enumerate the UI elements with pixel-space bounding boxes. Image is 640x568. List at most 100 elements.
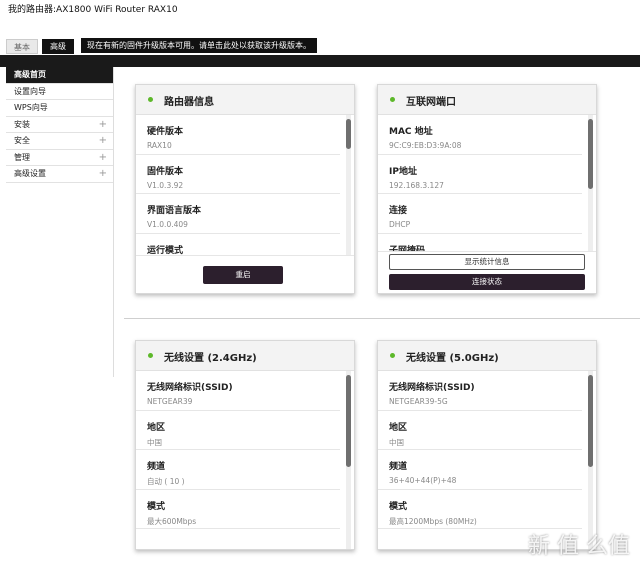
field-hardware-version: 硬件版本 RAX10 (136, 115, 340, 155)
card-body: 无线网络标识(SSID) NETGEAR39-5G 地区 中国 频道 36+40… (378, 371, 596, 549)
field-label: 模式 (147, 501, 166, 512)
field-ssid: 无线网络标识(SSID) NETGEAR39-5G (378, 371, 582, 411)
card-header: 互联网端口 (378, 85, 596, 115)
router-info-card[interactable]: 路由器信息 硬件版本 RAX10 固件版本 V1.0.3.92 界面语言版本 V… (135, 84, 355, 294)
card-header: 无线设置 (5.0GHz) (378, 341, 596, 371)
sidebar: 高级首页 设置向导 WPS向导 安装 + 安全 + 管理 + 高级设置 + (6, 67, 114, 377)
section-divider (124, 318, 640, 319)
sidebar-item-security[interactable]: 安全 + (6, 133, 113, 150)
tab-basic[interactable]: 基本 (6, 39, 38, 54)
field-value: V1.0.0.409 (147, 220, 188, 229)
sidebar-item-wps-wizard[interactable]: WPS向导 (6, 100, 113, 117)
status-dot-icon (390, 97, 395, 102)
top-bar (0, 55, 640, 67)
watermark-logo: 新 值 么值 (528, 534, 630, 559)
field-label: 模式 (389, 501, 408, 512)
field-region: 地区 中国 (378, 411, 582, 450)
card-header: 路由器信息 (136, 85, 354, 115)
router-title: 我的路由器:AX1800 WiFi Router RAX10 (8, 5, 178, 15)
card-footer: 重启 (136, 255, 354, 293)
field-label: 硬件版本 (147, 127, 184, 137)
card-body: 硬件版本 RAX10 固件版本 V1.0.3.92 界面语言版本 V1.0.0.… (136, 115, 354, 255)
card-body: MAC 地址 9C:C9:EB:D3:9A:08 IP地址 192.168.3.… (378, 115, 596, 251)
reboot-button[interactable]: 重启 (203, 266, 283, 284)
sidebar-item-label: WPS向导 (14, 103, 48, 112)
plus-icon[interactable]: + (99, 166, 107, 183)
scrollbar-thumb[interactable] (588, 375, 593, 467)
card-title: 互联网端口 (406, 97, 456, 108)
field-label: 频道 (147, 462, 166, 472)
field-ssid: 无线网络标识(SSID) NETGEAR39 (136, 371, 340, 411)
field-channel: 频道 36+40+44(P)+48 (378, 450, 582, 490)
sidebar-item-label: 高级首页 (14, 70, 46, 79)
field-subnet-mask: 子网掩码 (378, 234, 582, 252)
field-label: 地区 (389, 422, 408, 433)
sidebar-item-label: 设置向导 (14, 86, 46, 96)
field-value: 192.168.3.127 (389, 180, 444, 190)
field-value: RAX10 (147, 141, 172, 150)
field-label: 地区 (147, 422, 166, 433)
show-statistics-button[interactable]: 显示统计信息 (389, 254, 585, 270)
card-title: 无线设置 (5.0GHz) (406, 353, 499, 364)
sidebar-item-label: 安全 (14, 136, 30, 145)
field-label: MAC 地址 (389, 127, 433, 137)
field-label: 频道 (389, 462, 408, 472)
scrollbar-thumb[interactable] (588, 119, 593, 189)
field-value: V1.0.3.92 (147, 180, 184, 190)
field-label: 连接 (389, 206, 408, 216)
field-value: DHCP (389, 220, 411, 229)
connection-status-button[interactable]: 连接状态 (389, 274, 585, 290)
plus-icon[interactable]: + (99, 117, 107, 134)
card-footer: 显示统计信息 连接状态 (378, 251, 596, 293)
field-label: 运行模式 (147, 245, 184, 256)
field-channel: 频道 自动 ( 10 ) (136, 450, 340, 490)
tab-advanced[interactable]: 高级 (42, 39, 74, 54)
field-value: 中国 (147, 437, 162, 447)
scrollbar-thumb[interactable] (346, 119, 351, 149)
internet-port-card[interactable]: 互联网端口 MAC 地址 9C:C9:EB:D3:9A:08 IP地址 192.… (377, 84, 597, 294)
field-label: IP地址 (389, 166, 417, 177)
plus-icon[interactable]: + (99, 150, 107, 167)
field-value: NETGEAR39-5G (389, 397, 448, 406)
card-header: 无线设置 (2.4GHz) (136, 341, 354, 371)
status-dot-icon (148, 97, 153, 102)
field-value: 最高1200Mbps (80MHz) (389, 516, 477, 526)
field-ip-address: IP地址 192.168.3.127 (378, 155, 582, 194)
card-title: 无线设置 (2.4GHz) (164, 353, 257, 364)
field-label: 子网掩码 (389, 245, 426, 252)
field-value: NETGEAR39 (147, 397, 193, 406)
field-label: 无线网络标识(SSID) (389, 383, 475, 393)
card-body: 无线网络标识(SSID) NETGEAR39 地区 中国 频道 自动 ( 10 … (136, 371, 354, 549)
status-dot-icon (390, 353, 395, 358)
field-firmware-version: 固件版本 V1.0.3.92 (136, 155, 340, 194)
plus-icon[interactable]: + (99, 133, 107, 150)
wireless-24ghz-card[interactable]: 无线设置 (2.4GHz) 无线网络标识(SSID) NETGEAR39 地区 … (135, 340, 355, 550)
sidebar-item-setup-wizard[interactable]: 设置向导 (6, 84, 113, 100)
sidebar-item-management[interactable]: 管理 + (6, 150, 113, 167)
field-region: 地区 中国 (136, 411, 340, 450)
field-value: 最大600Mbps (147, 516, 197, 526)
field-mode: 模式 最高1200Mbps (80MHz) (378, 490, 582, 529)
sidebar-item-advanced-home[interactable]: 高级首页 (6, 67, 113, 84)
field-mode: 模式 最大600Mbps (136, 490, 340, 529)
field-label: 固件版本 (147, 166, 184, 177)
field-operation-mode: 运行模式 (136, 234, 340, 256)
field-value: 9C:C9:EB:D3:9A:08 (389, 141, 462, 150)
sidebar-item-label: 管理 (14, 152, 30, 162)
field-value: 36+40+44(P)+48 (389, 476, 457, 485)
sidebar-item-advanced-settings[interactable]: 高级设置 + (6, 166, 113, 183)
sidebar-item-label: 高级设置 (14, 169, 46, 178)
wireless-50ghz-card[interactable]: 无线设置 (5.0GHz) 无线网络标识(SSID) NETGEAR39-5G … (377, 340, 597, 550)
field-connection: 连接 DHCP (378, 194, 582, 234)
firmware-update-notice[interactable]: 现在有新的固件升级版本可用。请单击此处以获取该升级版本。 (81, 38, 317, 53)
scrollbar-thumb[interactable] (346, 375, 351, 467)
field-value: 自动 ( 10 ) (147, 477, 185, 486)
field-mac-address: MAC 地址 9C:C9:EB:D3:9A:08 (378, 115, 582, 155)
sidebar-item-setup[interactable]: 安装 + (6, 117, 113, 134)
card-title: 路由器信息 (164, 97, 214, 108)
field-label: 界面语言版本 (147, 206, 202, 216)
field-label: 无线网络标识(SSID) (147, 383, 233, 393)
status-dot-icon (148, 353, 153, 358)
sidebar-item-label: 安装 (14, 119, 30, 129)
field-value: 中国 (389, 437, 404, 447)
